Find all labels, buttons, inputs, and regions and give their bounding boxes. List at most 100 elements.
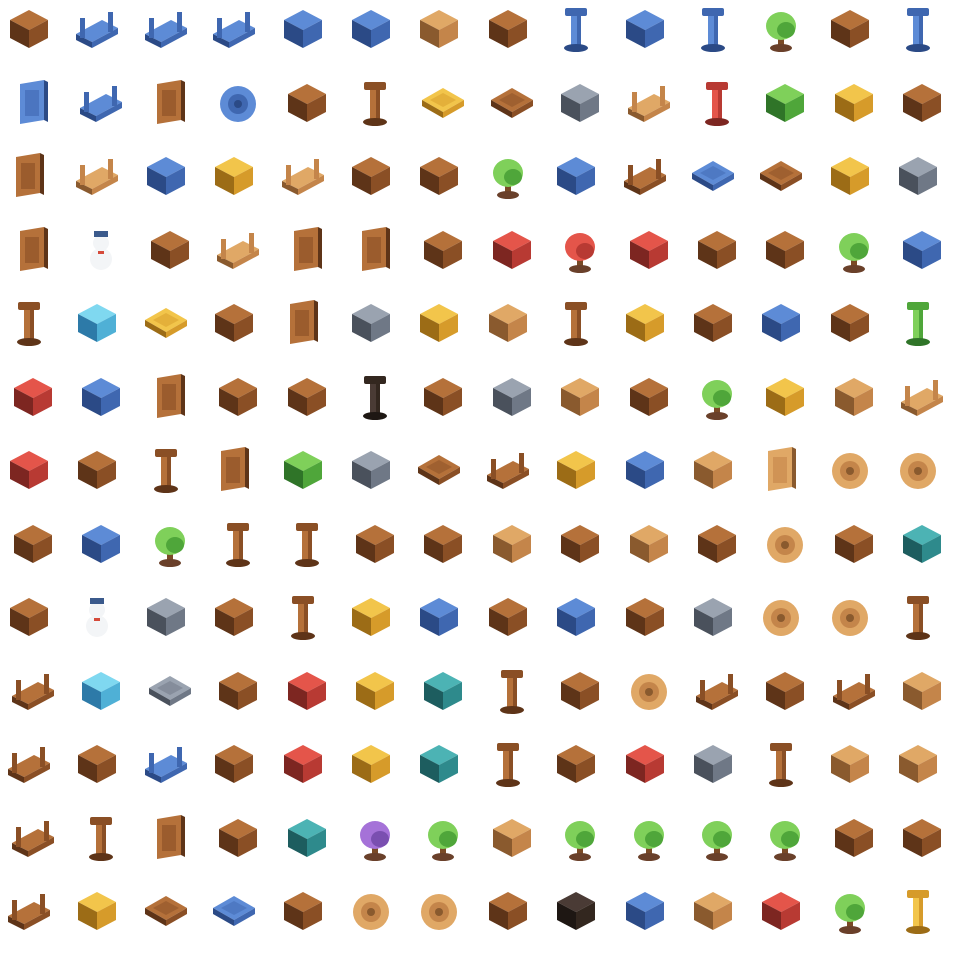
shelf-long-sprite [555, 666, 605, 716]
ship-sail-icon [698, 524, 736, 563]
bed-red-sprite [620, 739, 670, 789]
plank-icon [20, 226, 48, 271]
chest-sprite [555, 519, 605, 569]
shelf-long-icon [557, 745, 596, 783]
bush-green-sprite [145, 519, 195, 569]
pipes-black-icon [363, 375, 387, 420]
tile-blue-sprite [209, 886, 259, 936]
windmill-icon [215, 304, 254, 342]
log-round-icon [630, 673, 667, 710]
building-blue-sprite [620, 4, 670, 54]
crate-open-sprite [688, 886, 738, 936]
desk-sprite [418, 372, 468, 422]
fence-small-sprite [829, 666, 879, 716]
table-round-icon [900, 453, 937, 489]
arcade-cabinet-icon [903, 83, 942, 122]
cabin-teal-sprite [414, 739, 464, 789]
pillar-blue-sprite [893, 4, 943, 54]
gazebo-icon [10, 598, 48, 636]
crate-frame-icon [768, 447, 797, 491]
door-blue-sprite [8, 78, 58, 128]
pipe-post-icon [226, 522, 251, 567]
lamp-gold-sprite [893, 886, 943, 936]
chair-wood-icon [694, 304, 732, 342]
box-blue-sprite [620, 445, 670, 495]
pipe-post-icon [294, 522, 319, 567]
coral-sprite [350, 519, 400, 569]
fence-tan-sprite [213, 225, 263, 275]
flowers-red-icon [762, 892, 801, 930]
branch-sprite [4, 739, 54, 789]
cabin-teal-sprite [418, 666, 468, 716]
statue-gold-sprite [414, 298, 464, 348]
lamp-gold-icon [906, 890, 931, 934]
tree-pot-sprite [692, 372, 742, 422]
flowers-red-sprite [487, 225, 537, 275]
altar-sprite [209, 739, 259, 789]
crate-wide-icon [488, 304, 527, 342]
desk-icon [424, 377, 463, 416]
bench-grey-sprite [688, 739, 738, 789]
swing-sprite [145, 225, 195, 275]
plank-sprite [4, 151, 54, 201]
tent-blue-icon [82, 524, 121, 563]
snowman-sprite [72, 592, 122, 642]
slab-grey-icon [148, 675, 191, 706]
ice-block-icon [82, 671, 121, 710]
shelf-icon [488, 598, 527, 636]
torch-sprite [692, 78, 742, 128]
plant-vine-icon [766, 12, 797, 52]
log-barrel-icon [421, 894, 458, 930]
shelf-sprite [483, 592, 533, 642]
fence-blue-icon [80, 85, 123, 122]
board-icon [144, 896, 187, 926]
wheel-blue-icon [220, 85, 257, 122]
crate-icon [561, 377, 600, 416]
slab-grey-sprite [145, 666, 195, 716]
tile-brown-sprite [487, 78, 537, 128]
tree-red-sprite [825, 886, 875, 936]
bed-red-icon [625, 745, 664, 783]
cart-wheel-icon [767, 526, 804, 563]
pillar-blue-icon [906, 8, 931, 52]
pipe-post-sprite [213, 519, 263, 569]
tree-red-icon [834, 894, 865, 934]
tile-blue-icon [692, 161, 734, 191]
sail-sprite [72, 445, 122, 495]
machine-icon [492, 377, 531, 416]
ice-crystal-sprite [72, 298, 122, 348]
log-barrel-sprite [346, 886, 396, 936]
rock-pile-icon [420, 157, 459, 195]
lion-gold-icon [830, 157, 869, 195]
sofa-blue-sprite [76, 372, 126, 422]
throne-red-sprite [624, 225, 674, 275]
weapon-rack-sprite [483, 4, 533, 54]
pod-blue-sprite [897, 225, 947, 275]
pod-blue-icon [903, 230, 942, 269]
wheel-blue-sprite [213, 78, 263, 128]
stool-wood-icon [830, 745, 869, 783]
fence-tan-icon [901, 379, 944, 416]
sail-icon [78, 451, 117, 489]
gazebo-sprite [4, 592, 54, 642]
duck-pool-sprite [620, 886, 670, 936]
table-dark-sprite [551, 886, 601, 936]
rail-strip-sprite [620, 151, 670, 201]
market-awning-icon [830, 10, 869, 48]
pipe-blue-sprite [551, 4, 601, 54]
statue-gold-icon [557, 451, 596, 489]
pillar-sprite [141, 445, 191, 495]
fence-small-icon [696, 673, 738, 710]
flowers-red-sprite [756, 886, 806, 936]
frame-sprite [145, 813, 195, 863]
cannon-blue-icon [557, 157, 596, 195]
robot-grey-sprite [555, 78, 605, 128]
log-round-sprite [756, 592, 806, 642]
pipe-post-sprite [278, 592, 328, 642]
table-red-sprite [282, 666, 332, 716]
cabin-teal-icon [424, 671, 463, 710]
table-red-icon [287, 671, 326, 710]
gate-blue-sprite [141, 151, 191, 201]
log-round-icon [763, 600, 800, 636]
bench-red-icon [10, 451, 48, 489]
